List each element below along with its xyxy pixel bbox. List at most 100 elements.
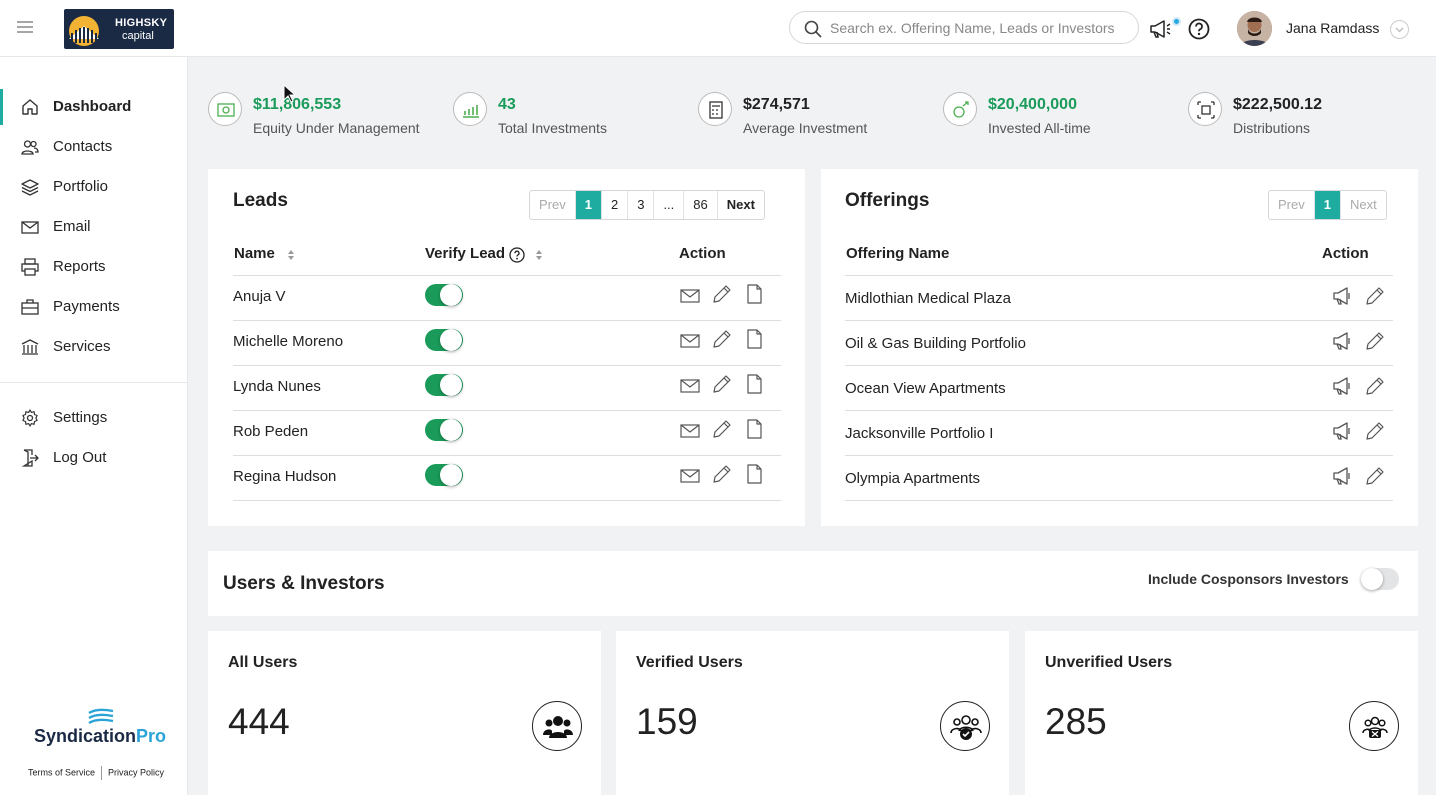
hamburger-menu-icon[interactable] bbox=[16, 18, 34, 36]
sidebar-item-contacts[interactable]: Contacts bbox=[0, 129, 187, 165]
mail-icon[interactable] bbox=[679, 465, 701, 487]
edit-pencil-icon[interactable] bbox=[711, 418, 733, 440]
sidebar-divider bbox=[0, 382, 187, 383]
lead-name[interactable]: Lynda Nunes bbox=[233, 378, 321, 395]
terms-link[interactable]: Terms of Service bbox=[28, 767, 95, 777]
lead-name[interactable]: Regina Hudson bbox=[233, 468, 336, 485]
document-icon[interactable] bbox=[743, 418, 765, 440]
verify-lead-toggle[interactable] bbox=[425, 464, 463, 486]
offering-name[interactable]: Oil & Gas Building Portfolio bbox=[845, 335, 1026, 352]
column-header-offering-name: Offering Name bbox=[846, 245, 950, 262]
announce-megaphone-icon[interactable] bbox=[1332, 330, 1354, 352]
cosponsor-toggle[interactable] bbox=[1361, 568, 1399, 590]
edit-pencil-icon[interactable] bbox=[1364, 375, 1386, 397]
all-users-card[interactable]: All Users 444 bbox=[208, 631, 601, 795]
verified-users-card[interactable]: Verified Users 159 bbox=[616, 631, 1009, 795]
user-name[interactable]: Jana Ramdass bbox=[1286, 20, 1379, 36]
pager-page[interactable]: 1 bbox=[1313, 191, 1340, 219]
offering-name[interactable]: Jacksonville Portfolio I bbox=[845, 425, 993, 442]
global-search[interactable] bbox=[789, 11, 1139, 44]
stat-value: $20,400,000 bbox=[988, 96, 1077, 113]
lead-name[interactable]: Rob Peden bbox=[233, 423, 308, 440]
column-header-verify-lead[interactable]: Verify Lead bbox=[425, 245, 505, 262]
sidebar-item-email[interactable]: Email bbox=[0, 209, 187, 245]
pager-page[interactable]: 1 bbox=[574, 191, 601, 219]
verify-lead-toggle[interactable] bbox=[425, 374, 463, 396]
edit-pencil-icon[interactable] bbox=[1364, 285, 1386, 307]
sidebar-item-services[interactable]: Services bbox=[0, 329, 187, 365]
pager-page[interactable]: 86 bbox=[683, 191, 716, 219]
sidebar-item-logout[interactable]: Log Out bbox=[0, 440, 187, 476]
building-icon bbox=[21, 339, 39, 355]
sidebar-item-settings[interactable]: Settings bbox=[0, 400, 187, 436]
sidebar-item-reports[interactable]: Reports bbox=[0, 249, 187, 285]
edit-pencil-icon[interactable] bbox=[1364, 420, 1386, 442]
lead-name[interactable]: Anuja V bbox=[233, 288, 286, 305]
syndicationpro-wordmark-b: Pro bbox=[136, 726, 167, 746]
announce-megaphone-icon[interactable] bbox=[1332, 285, 1354, 307]
offering-name[interactable]: Olympia Apartments bbox=[845, 470, 980, 487]
card-title: Unverified Users bbox=[1045, 654, 1173, 671]
unverified-users-card[interactable]: Unverified Users 285 bbox=[1025, 631, 1418, 795]
pager-prev[interactable]: Prev bbox=[530, 191, 575, 219]
edit-pencil-icon[interactable] bbox=[711, 283, 733, 305]
pager-page[interactable]: 3 bbox=[627, 191, 653, 219]
sidebar-item-label: Contacts bbox=[53, 138, 113, 155]
mail-icon[interactable] bbox=[679, 330, 701, 352]
announce-megaphone-icon[interactable] bbox=[1332, 420, 1354, 442]
announce-megaphone-icon[interactable] bbox=[1332, 375, 1354, 397]
footer-links: Terms of Service Privacy Policy bbox=[28, 766, 164, 780]
document-icon[interactable] bbox=[743, 463, 765, 485]
help-icon[interactable] bbox=[1188, 18, 1210, 40]
sort-icon[interactable] bbox=[535, 249, 543, 261]
sidebar-item-portfolio[interactable]: Portfolio bbox=[0, 169, 187, 205]
verify-lead-toggle[interactable] bbox=[425, 419, 463, 441]
edit-pencil-icon[interactable] bbox=[711, 373, 733, 395]
user-menu-chevron-down-icon[interactable] bbox=[1390, 20, 1409, 39]
pager-page[interactable]: 2 bbox=[600, 191, 627, 219]
announcements-megaphone-icon[interactable] bbox=[1148, 17, 1172, 41]
row-divider bbox=[233, 365, 781, 366]
mail-icon[interactable] bbox=[679, 375, 701, 397]
mail-icon[interactable] bbox=[679, 420, 701, 442]
announce-megaphone-icon[interactable] bbox=[1332, 465, 1354, 487]
syndicationpro-wordmark-a: Syndication bbox=[34, 726, 137, 746]
search-input[interactable] bbox=[830, 18, 1130, 38]
sidebar-item-dashboard[interactable]: Dashboard bbox=[0, 89, 187, 125]
edit-pencil-icon[interactable] bbox=[711, 463, 733, 485]
edit-pencil-icon[interactable] bbox=[1364, 465, 1386, 487]
edit-pencil-icon[interactable] bbox=[711, 328, 733, 350]
sidebar-item-payments[interactable]: Payments bbox=[0, 289, 187, 325]
sidebar-item-label: Settings bbox=[53, 409, 108, 426]
offering-name[interactable]: Ocean View Apartments bbox=[845, 380, 1006, 397]
stat-label: Distributions bbox=[1233, 120, 1311, 136]
pager-next[interactable]: Next bbox=[716, 191, 764, 219]
lead-name[interactable]: Michelle Moreno bbox=[233, 333, 343, 350]
brand-name: HIGHSKY bbox=[115, 17, 168, 29]
company-logo[interactable]: HIGHSKY capital bbox=[64, 9, 174, 49]
column-header-action: Action bbox=[679, 245, 726, 262]
privacy-link[interactable]: Privacy Policy bbox=[108, 767, 164, 777]
offering-name[interactable]: Midlothian Medical Plaza bbox=[845, 290, 1011, 307]
verify-lead-toggle[interactable] bbox=[425, 284, 463, 306]
document-icon[interactable] bbox=[743, 283, 765, 305]
row-divider bbox=[233, 320, 781, 321]
pager-prev[interactable]: Prev bbox=[1269, 191, 1314, 219]
mouse-cursor bbox=[283, 84, 295, 103]
document-icon[interactable] bbox=[743, 328, 765, 350]
pager-next[interactable]: Next bbox=[1339, 191, 1386, 219]
help-icon[interactable] bbox=[509, 247, 525, 263]
stat-label: Equity Under Management bbox=[253, 120, 420, 136]
user-avatar[interactable] bbox=[1237, 11, 1272, 46]
row-divider bbox=[845, 365, 1393, 366]
document-icon[interactable] bbox=[743, 373, 765, 395]
sort-icon[interactable] bbox=[287, 249, 295, 261]
verified-users-icon bbox=[940, 701, 990, 751]
mail-icon[interactable] bbox=[679, 285, 701, 307]
column-header-name[interactable]: Name bbox=[234, 245, 275, 262]
sidebar-item-label: Log Out bbox=[53, 449, 107, 466]
offerings-pager: Prev 1 Next bbox=[1268, 190, 1387, 220]
verify-lead-toggle[interactable] bbox=[425, 329, 463, 351]
leads-pager: Prev 1 2 3 ... 86 Next bbox=[529, 190, 765, 220]
edit-pencil-icon[interactable] bbox=[1364, 330, 1386, 352]
